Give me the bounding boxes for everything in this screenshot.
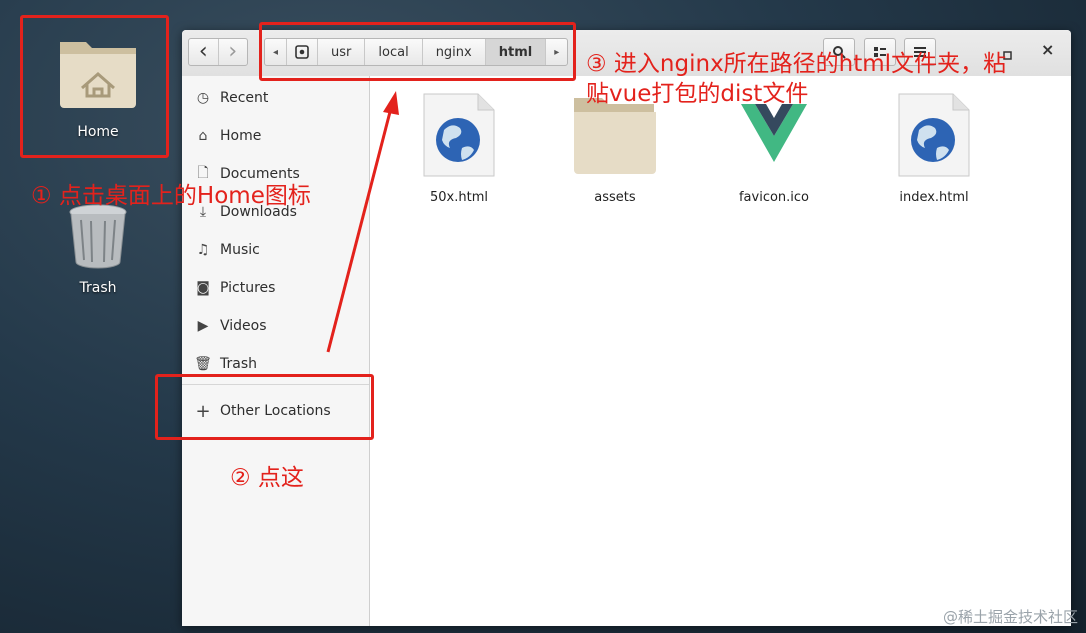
annotation-arrow bbox=[326, 91, 399, 353]
annotation-step1: ① 点击桌面上的Home图标 bbox=[31, 183, 311, 209]
desktop: { "desktop": { "icons": [ {"label": "Hom… bbox=[0, 0, 1086, 633]
annotation-step3-line1: ③ 进入nginx所在路径的html文件夹，粘 bbox=[586, 51, 1007, 77]
annotation-step2: ② 点这 bbox=[230, 465, 304, 491]
watermark: @稀土掘金技术社区 bbox=[942, 608, 1078, 626]
annotation-step3-line2: 贴vue打包的dist文件 bbox=[586, 81, 809, 107]
